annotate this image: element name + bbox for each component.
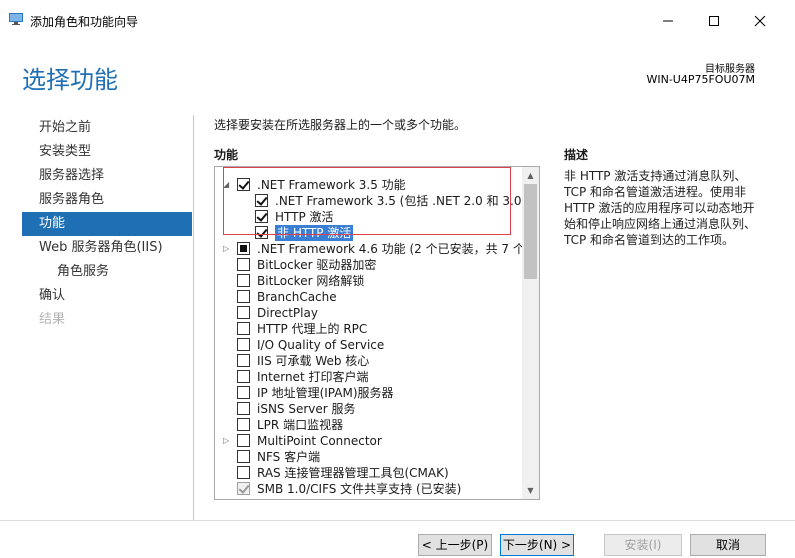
feature-label[interactable]: LPR 端口监视器 bbox=[257, 417, 343, 433]
install-button[interactable]: 安装(I) bbox=[604, 534, 682, 556]
nav-item-3[interactable]: 服务器角色 bbox=[22, 188, 192, 212]
feature-label[interactable]: HTTP 代理上的 RPC bbox=[257, 321, 367, 337]
destination-server-name: WIN-U4P75FOU07M bbox=[646, 73, 755, 86]
description-heading: 描述 bbox=[564, 148, 589, 162]
feature-row[interactable]: BranchCache bbox=[215, 289, 525, 305]
feature-row[interactable]: IIS 可承载 Web 核心 bbox=[215, 353, 525, 369]
feature-label[interactable]: Internet 打印客户端 bbox=[257, 369, 368, 385]
feature-checkbox[interactable] bbox=[237, 290, 250, 303]
feature-row[interactable]: BitLocker 网络解锁 bbox=[215, 273, 525, 289]
feature-row[interactable]: LPR 端口监视器 bbox=[215, 417, 525, 433]
feature-row[interactable]: NFS 客户端 bbox=[215, 449, 525, 465]
minimize-icon bbox=[663, 20, 673, 22]
feature-checkbox[interactable] bbox=[237, 402, 250, 415]
scroll-up-arrow-icon[interactable]: ▲ bbox=[522, 167, 539, 184]
feature-checkbox[interactable] bbox=[237, 258, 250, 271]
feature-row[interactable]: HTTP 代理上的 RPC bbox=[215, 321, 525, 337]
highlight-annotation-box bbox=[223, 167, 511, 235]
nav-divider bbox=[193, 115, 194, 520]
feature-checkbox[interactable] bbox=[237, 370, 250, 383]
feature-label[interactable]: iSNS Server 服务 bbox=[257, 401, 356, 417]
feature-row[interactable]: DirectPlay bbox=[215, 305, 525, 321]
nav-item-2[interactable]: 服务器选择 bbox=[22, 164, 192, 188]
feature-row[interactable]: I/O Quality of Service bbox=[215, 337, 525, 353]
feature-checkbox[interactable] bbox=[237, 274, 250, 287]
feature-label[interactable]: IIS 可承载 Web 核心 bbox=[257, 353, 369, 369]
nav-item-7[interactable]: 确认 bbox=[22, 284, 192, 308]
description-text: 非 HTTP 激活支持通过消息队列、TCP 和命名管道激活进程。使用非 HTTP… bbox=[564, 169, 757, 247]
expand-arrow-icon[interactable]: ▷ bbox=[223, 437, 231, 445]
feature-label[interactable]: IP 地址管理(IPAM)服务器 bbox=[257, 385, 394, 401]
previous-button[interactable]: < 上一步(P) bbox=[418, 534, 492, 556]
feature-checkbox[interactable] bbox=[237, 466, 250, 479]
cancel-button[interactable]: 取消 bbox=[690, 534, 766, 556]
close-icon bbox=[754, 15, 766, 27]
maximize-icon bbox=[709, 16, 719, 26]
feature-checkbox[interactable] bbox=[237, 354, 250, 367]
feature-row[interactable]: RAS 连接管理器管理工具包(CMAK) bbox=[215, 465, 525, 481]
feature-row[interactable]: ▷ .NET Framework 4.6 功能 (2 个已安装，共 7 个) bbox=[215, 241, 530, 257]
page-title: 选择功能 bbox=[22, 66, 118, 94]
footer-divider bbox=[0, 520, 795, 521]
window-title: 添加角色和功能向导 bbox=[30, 15, 139, 29]
minimize-button[interactable] bbox=[645, 8, 691, 34]
feature-label[interactable]: BitLocker 驱动器加密 bbox=[257, 257, 376, 273]
wizard-navigation: 开始之前 安装类型 服务器选择 服务器角色 功能 Web 服务器角色(IIS) 角色服务 确认… bbox=[22, 116, 192, 332]
feature-label[interactable]: NFS 客户端 bbox=[257, 449, 320, 465]
feature-checkbox[interactable] bbox=[237, 450, 250, 463]
feature-checkbox[interactable] bbox=[237, 418, 250, 431]
feature-checkbox[interactable] bbox=[237, 434, 250, 447]
next-button[interactable]: 下一步(N) > bbox=[500, 534, 574, 556]
maximize-button[interactable] bbox=[691, 8, 737, 34]
close-button[interactable] bbox=[737, 8, 783, 34]
nav-item-4[interactable]: 功能 bbox=[22, 212, 192, 236]
nav-item-8: 结果 bbox=[39, 312, 66, 327]
feature-checkbox[interactable] bbox=[237, 242, 250, 255]
feature-label[interactable]: RAS 连接管理器管理工具包(CMAK) bbox=[257, 465, 449, 481]
nav-item-5[interactable]: Web 服务器角色(IIS) bbox=[22, 236, 192, 260]
feature-label[interactable]: SMB 1.0/CIFS 文件共享支持 (已安装) bbox=[257, 481, 461, 497]
feature-label[interactable]: I/O Quality of Service bbox=[257, 337, 384, 353]
nav-item-1[interactable]: 安装类型 bbox=[22, 140, 192, 164]
feature-checkbox[interactable] bbox=[237, 386, 250, 399]
feature-checkbox[interactable] bbox=[237, 338, 250, 351]
scroll-thumb[interactable] bbox=[524, 184, 537, 279]
feature-checkbox bbox=[237, 482, 250, 495]
feature-row[interactable]: Internet 打印客户端 bbox=[215, 369, 525, 385]
feature-label[interactable]: BranchCache bbox=[257, 289, 337, 305]
feature-label[interactable]: DirectPlay bbox=[257, 305, 318, 321]
expand-arrow-icon[interactable]: ▷ bbox=[223, 245, 231, 253]
feature-label[interactable]: MultiPoint Connector bbox=[257, 433, 382, 449]
features-scrollbar[interactable]: ▲ ▼ bbox=[522, 167, 539, 499]
feature-row[interactable]: iSNS Server 服务 bbox=[215, 401, 525, 417]
title-bar: 添加角色和功能向导 bbox=[0, 0, 795, 40]
nav-item-6[interactable]: 角色服务 bbox=[22, 260, 192, 284]
server-manager-icon bbox=[9, 13, 23, 25]
feature-row[interactable]: ▷ MultiPoint Connector bbox=[215, 433, 525, 449]
instruction-text: 选择要安装在所选服务器上的一个或多个功能。 bbox=[214, 118, 467, 132]
feature-label[interactable]: .NET Framework 4.6 功能 (2 个已安装，共 7 个) bbox=[257, 241, 530, 257]
feature-row[interactable]: SMB 1.0/CIFS 文件共享支持 (已安装) bbox=[215, 481, 525, 497]
feature-checkbox[interactable] bbox=[237, 306, 250, 319]
features-heading: 功能 bbox=[214, 148, 239, 162]
feature-row[interactable]: BitLocker 驱动器加密 bbox=[215, 257, 525, 273]
scroll-down-arrow-icon[interactable]: ▼ bbox=[522, 482, 539, 499]
nav-item-0[interactable]: 开始之前 bbox=[22, 116, 192, 140]
feature-row[interactable]: IP 地址管理(IPAM)服务器 bbox=[215, 385, 525, 401]
feature-checkbox[interactable] bbox=[237, 322, 250, 335]
feature-label[interactable]: BitLocker 网络解锁 bbox=[257, 273, 364, 289]
